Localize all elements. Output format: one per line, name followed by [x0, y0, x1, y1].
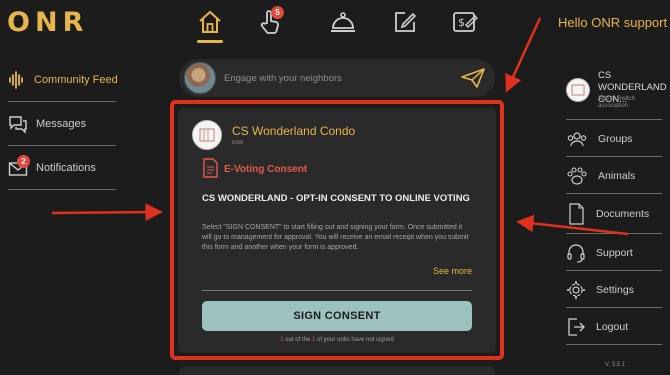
sidebar-item-label: Messages — [36, 118, 87, 130]
annotation-highlight-box — [170, 100, 504, 360]
sidebar-item-logout[interactable]: Logout — [563, 308, 666, 345]
chat-bubbles-icon — [9, 116, 27, 134]
association-switch-hint: Add or Switch association — [598, 96, 636, 109]
svg-text:$: $ — [458, 16, 465, 29]
document-icon — [569, 203, 584, 225]
gear-icon — [567, 280, 585, 299]
sidebar-item-label: Community Feed — [34, 74, 118, 86]
edit-square-icon — [395, 12, 417, 32]
post-composer[interactable]: Engage with your neighbors — [179, 59, 495, 97]
logo-letter-o: O — [7, 7, 31, 38]
logo-letter-n: N — [34, 7, 59, 38]
association-switcher[interactable]: CS WONDERLAND CON... Add or Switch assoc… — [563, 65, 667, 120]
annotation-arrow-left — [51, 203, 163, 221]
sidebar-item-settings[interactable]: Settings — [563, 271, 666, 308]
nav-payments[interactable]: $ — [450, 7, 480, 37]
send-icon[interactable] — [461, 68, 485, 88]
sidebar-item-community-feed[interactable]: Community Feed — [0, 58, 120, 102]
nav-home[interactable] — [195, 7, 225, 37]
association-logo — [566, 78, 590, 102]
invoice-pen-icon: $ — [453, 12, 478, 32]
app-version: V. 3.5.1 — [605, 362, 626, 368]
nav-edit[interactable] — [390, 7, 420, 37]
avatar — [184, 62, 216, 94]
sidebar-item-label: Animals — [598, 169, 636, 182]
nav-concierge[interactable] — [328, 7, 358, 37]
left-sidebar: Community Feed Messages 2 Notifications — [0, 58, 120, 190]
divider — [8, 189, 116, 190]
sidebar-item-label: Notifications — [36, 162, 96, 174]
notifications-badge: 2 — [17, 155, 30, 168]
sidebar-item-label: Groups — [598, 132, 633, 145]
sidebar-item-support[interactable]: Support — [563, 234, 666, 271]
sound-wave-icon — [9, 71, 23, 89]
sidebar-item-documents[interactable]: Documents — [563, 194, 666, 234]
sidebar-item-groups[interactable]: Groups — [563, 120, 666, 157]
home-icon — [199, 10, 221, 33]
paw-icon — [567, 166, 587, 185]
onr-logo[interactable]: O N R — [7, 9, 84, 36]
divider — [566, 344, 662, 345]
sidebar-item-label: Settings — [596, 283, 634, 296]
group-icon — [567, 131, 587, 146]
headset-icon — [567, 243, 585, 263]
sidebar-item-label: Documents — [596, 208, 650, 220]
right-sidebar: CS WONDERLAND CON... Add or Switch assoc… — [563, 65, 667, 345]
active-tab-indicator — [197, 40, 223, 43]
composer-placeholder: Engage with your neighbors — [224, 72, 342, 84]
tap-badge: 5 — [271, 6, 284, 19]
sidebar-item-notifications[interactable]: 2 Notifications — [0, 146, 120, 190]
user-greeting[interactable]: Hello ONR support — [558, 15, 667, 30]
logo-letter-r: R — [62, 7, 85, 38]
sidebar-item-label: Support — [596, 246, 633, 259]
next-post-card — [179, 366, 495, 375]
sidebar-item-messages[interactable]: Messages — [0, 102, 120, 146]
sidebar-item-animals[interactable]: Animals — [563, 157, 666, 194]
service-bell-icon — [331, 12, 355, 32]
top-bar: O N R 5 $ Hello ONR support — [0, 0, 670, 45]
sidebar-item-label: Logout — [596, 320, 629, 333]
logout-icon — [568, 317, 585, 336]
